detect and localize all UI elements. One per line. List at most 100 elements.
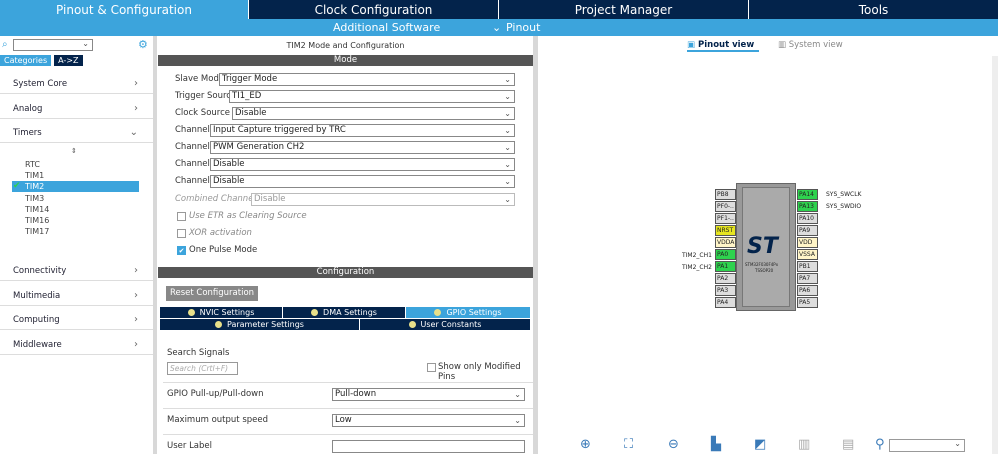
slave-mode-select[interactable]: Trigger Mode ⌄ — [219, 73, 515, 86]
pin-label: SYS_SWDIO — [826, 203, 862, 210]
show-modified-checkbox[interactable] — [427, 363, 436, 372]
chevron-down-icon: ⌄ — [504, 177, 511, 186]
pin-pf0[interactable]: PF0-.. — [715, 201, 736, 212]
chevron-down-icon: ⌄ — [504, 75, 511, 84]
additional-software-menu[interactable]: Additional Software — [333, 21, 440, 34]
pin-vssa[interactable]: VSSA — [797, 249, 818, 260]
timer-item-tim17[interactable]: TIM17 — [25, 227, 49, 236]
checkbox-label: One Pulse Mode — [189, 245, 258, 255]
timer-item-tim16[interactable]: TIM16 — [25, 216, 49, 225]
tab-pinout-view[interactable]: ▣ Pinout view — [687, 40, 759, 52]
section-middleware[interactable]: Middleware › — [0, 335, 153, 355]
tab-user-constants[interactable]: User Constants — [360, 319, 530, 330]
chip-body[interactable]: ST STM32F030F4Px TSSOP20 — [736, 183, 796, 311]
tab-tools[interactable]: Tools — [749, 0, 998, 19]
left-splitter[interactable] — [153, 36, 157, 454]
tab-gpio-settings[interactable]: GPIO Settings — [406, 307, 530, 318]
pin-pa14[interactable]: PA14 — [797, 189, 818, 200]
tab-parameter-settings[interactable]: Parameter Settings — [160, 319, 360, 330]
pin-pa5[interactable]: PA5 — [797, 297, 818, 308]
channel4-select[interactable]: Disable ⌄ — [210, 175, 515, 188]
pin-vdd[interactable]: VDD — [797, 237, 818, 248]
pin-label: TIM2_CH1 — [682, 252, 712, 259]
zoom-in-icon[interactable]: ⊕ — [580, 437, 591, 452]
rotate-icon[interactable]: ◩ — [754, 437, 766, 452]
tab-pinout-configuration[interactable]: Pinout & Configuration — [0, 0, 249, 19]
section-connectivity[interactable]: Connectivity › — [0, 261, 153, 281]
channel2-select[interactable]: PWM Generation CH2 ⌄ — [210, 141, 515, 154]
pin-pb1[interactable]: PB1 — [797, 261, 818, 272]
section-multimedia[interactable]: Multimedia › — [0, 286, 153, 306]
pin-pa9[interactable]: PA9 — [797, 225, 818, 236]
pin-pa4[interactable]: PA4 — [715, 297, 736, 308]
pin-pa0[interactable]: PA0 — [715, 249, 736, 260]
pin-pa7[interactable]: PA7 — [797, 273, 818, 284]
pin-pa3[interactable]: PA3 — [715, 285, 736, 296]
tab-nvic-settings[interactable]: NVIC Settings — [160, 307, 283, 318]
pin-pa10[interactable]: PA10 — [797, 213, 818, 224]
gear-icon[interactable]: ⚙ — [138, 38, 148, 51]
pin-pb8[interactable]: PB8 — [715, 189, 736, 200]
pinout-menu[interactable]: Pinout — [506, 21, 540, 34]
param-row: User Label — [163, 434, 533, 458]
pin-pa2[interactable]: PA2 — [715, 273, 736, 284]
pin-search-input[interactable]: ⌄ — [889, 439, 965, 452]
pin-nrst[interactable]: NRST — [715, 225, 736, 236]
section-analog[interactable]: Analog › — [0, 99, 153, 119]
tab-label: Parameter Settings — [227, 320, 304, 329]
tab-categories[interactable]: Categories — [0, 55, 52, 66]
timer-item-tim3[interactable]: TIM3 — [25, 194, 44, 203]
xor-activation-checkbox[interactable] — [177, 229, 186, 238]
channel1-select[interactable]: Input Capture triggered by TRC ⌄ — [210, 124, 515, 137]
timer-item-rtc[interactable]: RTC — [25, 160, 40, 169]
scrollbar[interactable] — [992, 56, 998, 454]
chevron-right-icon: › — [134, 314, 138, 325]
tab-clock-configuration[interactable]: Clock Configuration — [249, 0, 499, 19]
section-label: Connectivity — [13, 266, 67, 276]
pin-pf1[interactable]: PF1-.. — [715, 213, 736, 224]
search-icon[interactable]: ⚲ — [875, 437, 885, 452]
section-system-core[interactable]: System Core › — [0, 74, 153, 94]
fit-to-screen-icon[interactable]: ⛶ — [624, 437, 633, 452]
etr-clearing-checkbox[interactable] — [177, 212, 186, 221]
pin-pa13[interactable]: PA13 — [797, 201, 818, 212]
select-value: PWM Generation CH2 — [213, 142, 305, 152]
tab-system-view[interactable]: ▥ System view — [778, 40, 843, 50]
section-computing[interactable]: Computing › — [0, 310, 153, 330]
pin-label: SYS_SWCLK — [826, 191, 862, 198]
one-pulse-mode-checkbox[interactable]: ✔ — [177, 246, 186, 255]
search-signals-input[interactable]: Search (Crtl+F) — [167, 362, 238, 375]
user-label-input[interactable] — [332, 440, 525, 453]
export-icon[interactable]: ▙ — [711, 437, 721, 452]
tab-a-to-z[interactable]: A->Z — [54, 55, 83, 66]
clock-source-select[interactable]: Disable ⌄ — [232, 107, 515, 120]
reset-configuration-button[interactable]: Reset Configuration — [166, 286, 258, 301]
search-signals-label: Search Signals — [167, 348, 230, 358]
channel3-select[interactable]: Disable ⌄ — [210, 158, 515, 171]
tab-project-manager[interactable]: Project Manager — [499, 0, 749, 19]
sort-icon[interactable]: ⇕ — [71, 147, 77, 155]
select-value: Disable — [254, 194, 286, 204]
pin-pa6[interactable]: PA6 — [797, 285, 818, 296]
mode-bar: Mode — [158, 55, 533, 66]
right-splitter[interactable] — [533, 36, 538, 454]
pull-up-down-select[interactable]: Pull-down ⌄ — [332, 388, 525, 401]
split-horizontal-icon[interactable]: ▤ — [842, 437, 854, 452]
timer-item-tim14[interactable]: TIM14 — [25, 205, 49, 214]
max-output-speed-select[interactable]: Low ⌄ — [332, 414, 525, 427]
search-input[interactable]: ⌄ — [13, 39, 93, 51]
split-vertical-icon[interactable]: ▥ — [798, 437, 810, 452]
page-title: TIM2 Mode and Configuration — [286, 41, 405, 50]
pin-pa1[interactable]: PA1 — [715, 261, 736, 272]
zoom-out-icon[interactable]: ⊖ — [668, 437, 679, 452]
timer-item-tim2[interactable]: ✔ TIM2 — [12, 181, 139, 192]
checkbox-label: Use ETR as Clearing Source — [189, 211, 307, 221]
timer-item-tim1[interactable]: TIM1 — [25, 171, 44, 180]
settings-tabs-row1: NVIC Settings DMA Settings GPIO Settings — [160, 307, 530, 318]
chevron-down-icon: ⌄ — [504, 143, 511, 152]
section-timers[interactable]: Timers ⌄ — [0, 123, 153, 143]
select-value: Disable — [213, 176, 245, 186]
pin-vdda[interactable]: VDDA — [715, 237, 736, 248]
tab-dma-settings[interactable]: DMA Settings — [283, 307, 406, 318]
trigger-source-select[interactable]: TI1_ED ⌄ — [229, 90, 515, 103]
